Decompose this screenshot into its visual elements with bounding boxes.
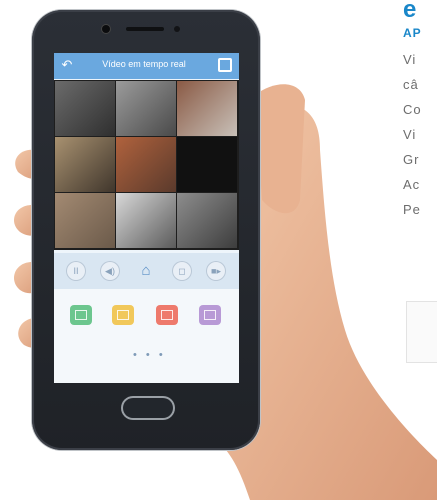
text-line-4: Vi xyxy=(403,127,417,142)
app-screen: ↶ Vídeo em tempo real II ◀) ⌂ ◻ ■▸ • • • xyxy=(54,53,239,383)
smartphone: ↶ Vídeo em tempo real II ◀) ⌂ ◻ ■▸ • • • xyxy=(32,10,260,450)
quad-view-icon[interactable] xyxy=(112,305,134,325)
volume-icon[interactable]: ◀) xyxy=(100,261,120,281)
content-box xyxy=(406,301,437,363)
pause-icon[interactable]: II xyxy=(66,261,86,281)
snapshot-icon[interactable]: ◻ xyxy=(172,261,192,281)
text-line-7: Pe xyxy=(403,202,421,217)
camera-grid xyxy=(54,80,239,250)
heading-fragment: e xyxy=(403,0,417,23)
camera-feed-2[interactable] xyxy=(116,81,176,136)
text-line-3: Co xyxy=(403,102,422,117)
app-header: ↶ Vídeo em tempo real xyxy=(54,53,239,79)
page-title: Vídeo em tempo real xyxy=(102,59,186,69)
proximity-sensor xyxy=(174,26,180,32)
home-button[interactable] xyxy=(121,396,175,420)
single-view-icon[interactable] xyxy=(70,305,92,325)
text-line-5: Gr xyxy=(403,152,420,167)
camera-feed-7[interactable] xyxy=(55,193,115,248)
camera-feed-1[interactable] xyxy=(55,81,115,136)
page-indicator: • • • xyxy=(133,349,166,361)
text-line-1: Vi xyxy=(403,52,417,67)
front-camera xyxy=(102,25,110,33)
earpiece-speaker xyxy=(126,27,164,31)
playback-controls: II ◀) ⌂ ◻ ■▸ xyxy=(54,253,239,289)
fullscreen-icon[interactable] xyxy=(218,58,232,72)
camera-feed-9[interactable] xyxy=(177,193,237,248)
home-icon[interactable]: ⌂ xyxy=(136,261,156,281)
text-line-6: Ac xyxy=(403,177,421,192)
nine-view-icon[interactable] xyxy=(156,305,178,325)
camera-feed-8[interactable] xyxy=(116,193,176,248)
camera-feed-6[interactable] xyxy=(177,137,237,192)
text-line-2: câ xyxy=(403,77,419,92)
page-text-column: e AP Vi câ Co Vi Gr Ac Pe xyxy=(403,0,437,500)
subheading-fragment: AP xyxy=(403,26,422,40)
layout-selector: • • • xyxy=(54,289,239,383)
record-icon[interactable]: ■▸ xyxy=(206,261,226,281)
camera-feed-4[interactable] xyxy=(55,137,115,192)
sixteen-view-icon[interactable] xyxy=(199,305,221,325)
camera-feed-3[interactable] xyxy=(177,81,237,136)
camera-feed-5[interactable] xyxy=(116,137,176,192)
back-arrow-icon[interactable]: ↶ xyxy=(59,57,75,73)
